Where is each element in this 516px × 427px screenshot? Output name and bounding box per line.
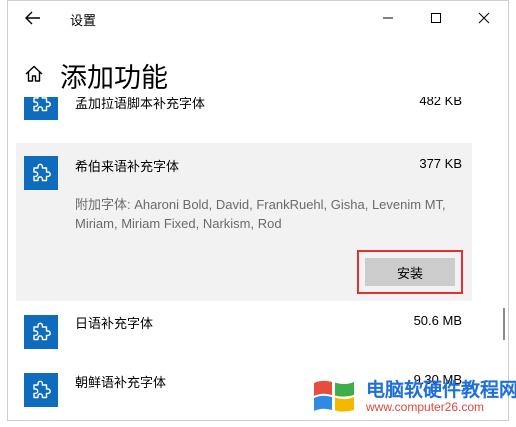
windows-logo-icon	[314, 380, 354, 412]
minimize-button[interactable]	[365, 1, 411, 35]
item-size: 50.6 MB	[413, 313, 462, 328]
home-icon[interactable]	[24, 64, 44, 84]
maximize-icon	[431, 13, 441, 23]
item-name: 孟加拉语脚本补充字体	[75, 97, 206, 111]
puzzle-icon	[24, 156, 58, 190]
install-button[interactable]: 安装	[365, 258, 455, 286]
watermark-url: www.computer26.com	[366, 400, 485, 414]
back-button[interactable]	[18, 5, 48, 31]
watermark-title: 电脑软硬件教程网	[366, 379, 516, 401]
maximize-button[interactable]	[413, 1, 459, 35]
minimize-icon	[383, 17, 393, 19]
puzzle-icon	[24, 373, 58, 407]
page-header: 添加功能	[8, 53, 508, 97]
back-arrow-icon	[25, 11, 40, 25]
item-description: 附加字体: Aharoni Bold, David, FrankRuehl, G…	[75, 197, 446, 231]
title-bar: 设置	[8, 1, 508, 35]
scrollbar-thumb[interactable]	[503, 308, 505, 340]
list-item[interactable]: 日语补充字体 50.6 MB	[16, 307, 472, 363]
window-title: 设置	[70, 13, 97, 28]
puzzle-icon	[24, 97, 58, 120]
item-name: 希伯来语补充字体	[75, 159, 180, 174]
watermark: 电脑软硬件教程网 www.computer26.com	[312, 373, 516, 419]
page-title: 添加功能	[60, 63, 168, 93]
settings-window: 设置 添加功能 孟加拉语脚本补充字体 482 KB 希伯来语补充字体 377 K…	[7, 0, 509, 421]
close-icon	[478, 12, 490, 24]
item-name: 朝鲜语补充字体	[75, 375, 167, 390]
item-name: 日语补充字体	[75, 316, 154, 331]
puzzle-icon	[24, 315, 58, 349]
list-item[interactable]: 孟加拉语脚本补充字体 482 KB	[16, 97, 472, 127]
close-button[interactable]	[461, 1, 507, 35]
item-size: 482 KB	[419, 97, 462, 108]
item-size: 377 KB	[419, 156, 462, 171]
